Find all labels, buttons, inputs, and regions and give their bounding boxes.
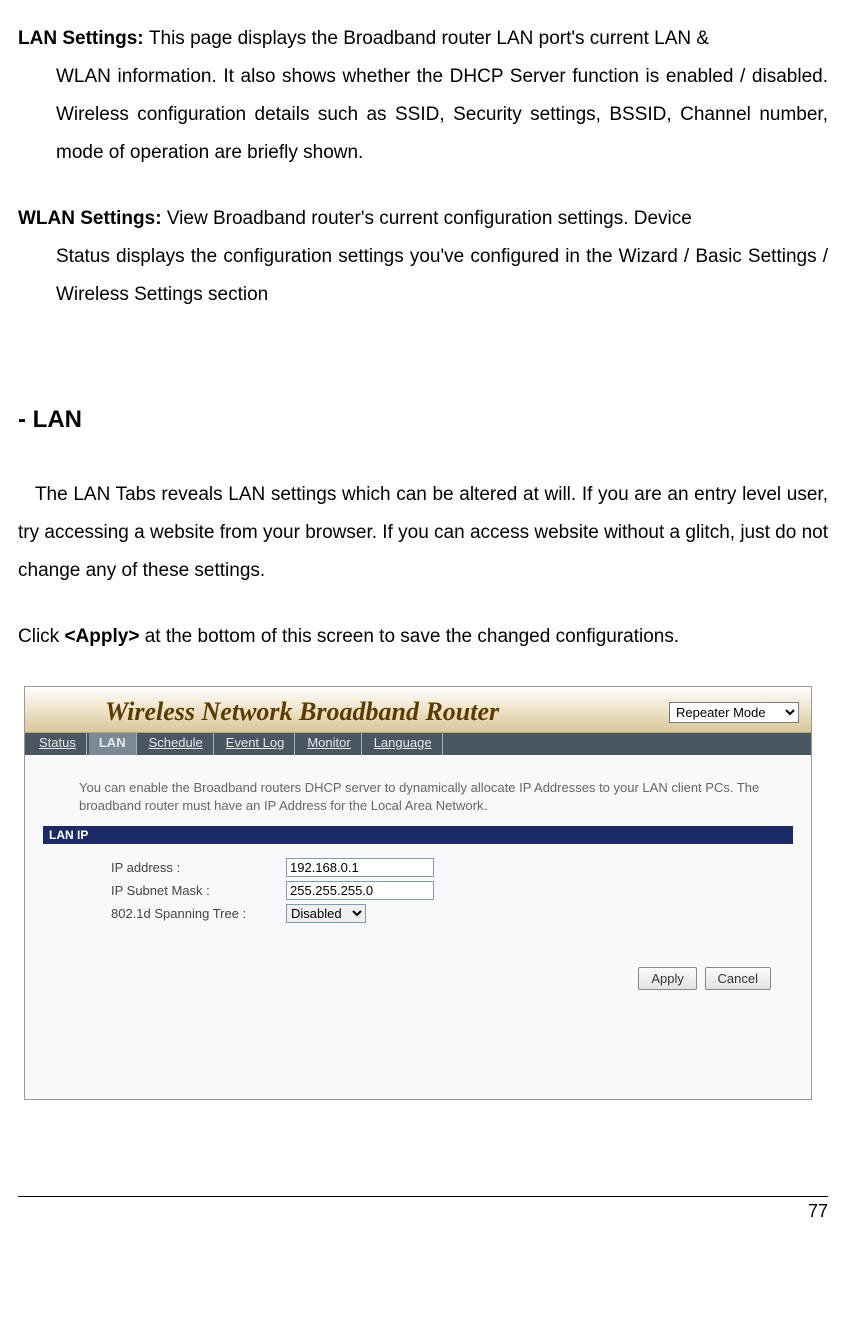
cancel-button[interactable]: Cancel — [705, 967, 771, 990]
router-description: You can enable the Broadband routers DHC… — [79, 779, 781, 814]
spanning-tree-row: 802.1d Spanning Tree : Disabled — [79, 904, 781, 923]
click-apply-instruction: Click <Apply> at the bottom of this scre… — [18, 618, 828, 656]
nav-monitor[interactable]: Monitor — [297, 733, 361, 755]
router-ui-panel: Wireless Network Broadband Router Repeat… — [24, 686, 812, 1100]
nav-status[interactable]: Status — [29, 733, 87, 755]
ip-address-input[interactable] — [286, 858, 434, 877]
nav-language[interactable]: Language — [364, 733, 443, 755]
lan-settings-rest: WLAN information. It also shows whether … — [18, 58, 828, 172]
lan-intro-paragraph: The LAN Tabs reveals LAN settings which … — [18, 476, 828, 590]
subnet-mask-row: IP Subnet Mask : — [79, 881, 781, 900]
subnet-mask-input[interactable] — [286, 881, 434, 900]
router-nav: Status LAN Schedule Event Log Monitor La… — [25, 733, 811, 755]
lan-heading: - LAN — [18, 406, 828, 434]
nav-lan[interactable]: LAN — [89, 733, 137, 755]
wlan-settings-paragraph: WLAN Settings: View Broadband router's c… — [18, 200, 828, 314]
mode-select[interactable]: Repeater Mode — [669, 702, 799, 723]
apply-bold: <Apply> — [64, 626, 139, 647]
nav-schedule[interactable]: Schedule — [139, 733, 214, 755]
lan-settings-label: LAN Settings: — [18, 28, 149, 49]
lan-settings-paragraph: LAN Settings: This page displays the Bro… — [18, 20, 828, 172]
click-post: at the bottom of this screen to save the… — [139, 626, 679, 647]
page-number: 77 — [808, 1201, 828, 1221]
click-pre: Click — [18, 626, 64, 647]
ip-address-label: IP address : — [111, 860, 286, 875]
router-title: Wireless Network Broadband Router — [105, 697, 499, 727]
button-row: Apply Cancel — [79, 967, 781, 990]
router-header: Wireless Network Broadband Router Repeat… — [25, 687, 811, 733]
router-content: You can enable the Broadband routers DHC… — [25, 755, 811, 1099]
wlan-settings-rest: Status displays the configuration settin… — [18, 238, 828, 314]
wlan-settings-line1: View Broadband router's current configur… — [167, 208, 692, 229]
spanning-tree-select[interactable]: Disabled — [286, 904, 366, 923]
page-footer: 77 — [18, 1196, 828, 1222]
apply-button[interactable]: Apply — [638, 967, 697, 990]
wlan-settings-label: WLAN Settings: — [18, 208, 167, 229]
lan-ip-section-bar: LAN IP — [43, 826, 793, 844]
subnet-mask-label: IP Subnet Mask : — [111, 883, 286, 898]
nav-event-log[interactable]: Event Log — [216, 733, 296, 755]
ip-address-row: IP address : — [79, 858, 781, 877]
spanning-tree-label: 802.1d Spanning Tree : — [111, 906, 286, 921]
lan-settings-line1: This page displays the Broadband router … — [149, 28, 709, 49]
